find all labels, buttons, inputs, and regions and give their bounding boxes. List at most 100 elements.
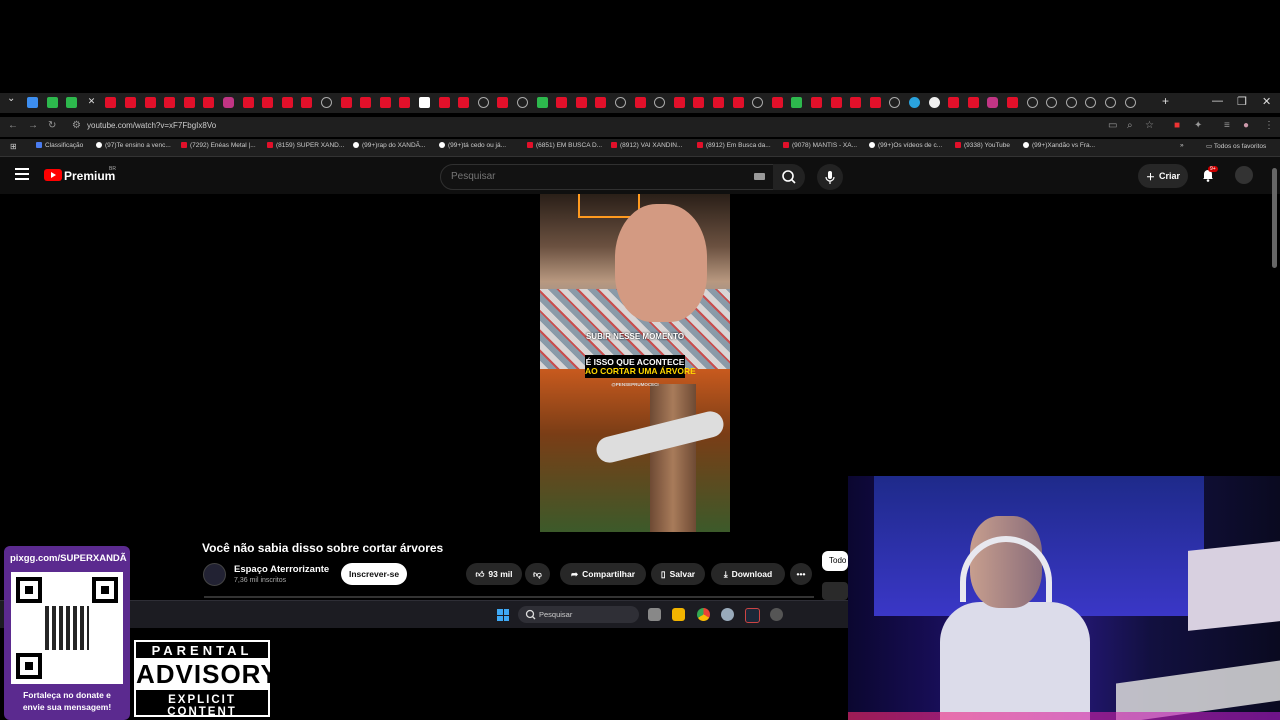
close-tab-icon[interactable]: ✕ bbox=[88, 96, 96, 107]
browser-tab[interactable] bbox=[281, 97, 293, 108]
menu-icon[interactable] bbox=[15, 168, 29, 180]
search-input[interactable] bbox=[441, 165, 741, 188]
maximize-icon[interactable]: ❐ bbox=[1237, 95, 1247, 108]
task-view-icon[interactable] bbox=[648, 608, 661, 621]
browser-tab[interactable] bbox=[458, 97, 470, 108]
youtube-logo-icon[interactable] bbox=[44, 169, 62, 181]
browser-tab[interactable] bbox=[830, 97, 842, 108]
related-thumbnail[interactable] bbox=[822, 582, 848, 600]
bookmark-item[interactable]: (8912) Em Busca da... bbox=[697, 142, 771, 149]
browser-tab[interactable] bbox=[791, 97, 803, 108]
browser-tab[interactable] bbox=[497, 97, 509, 108]
bookmark-item[interactable]: (99+)Xandão vs Fra... bbox=[1023, 142, 1095, 149]
browser-menu-icon[interactable]: ⋮ bbox=[1264, 120, 1274, 131]
chrome-icon[interactable] bbox=[697, 608, 710, 621]
browser-tab[interactable] bbox=[419, 97, 430, 108]
browser-tab[interactable] bbox=[536, 97, 548, 108]
voice-search-button[interactable] bbox=[817, 164, 843, 190]
browser-tab[interactable] bbox=[1105, 97, 1116, 108]
browser-tab[interactable] bbox=[164, 97, 176, 108]
more-bookmarks-icon[interactable]: » bbox=[1180, 142, 1184, 149]
url-field[interactable]: youtube.com/watch?v=xF7FbgIx8Vo bbox=[87, 121, 216, 130]
like-button[interactable]: 👍︎ 93 mil bbox=[466, 563, 522, 585]
extension-icon[interactable]: ■ bbox=[1174, 120, 1180, 131]
browser-tab[interactable] bbox=[399, 97, 411, 108]
profile-icon[interactable]: ● bbox=[1243, 120, 1249, 131]
filter-chip-all[interactable]: Todo bbox=[822, 551, 848, 571]
browser-tab[interactable] bbox=[889, 97, 901, 108]
dislike-button[interactable]: 👎︎ bbox=[525, 563, 550, 585]
tab-search-icon[interactable]: ⌄ bbox=[7, 93, 15, 104]
file-explorer-icon[interactable] bbox=[672, 608, 685, 621]
browser-tab[interactable] bbox=[438, 97, 450, 108]
browser-tab[interactable] bbox=[340, 97, 352, 108]
browser-tab[interactable] bbox=[144, 97, 156, 108]
browser-tab[interactable] bbox=[595, 97, 607, 108]
browser-tab[interactable] bbox=[223, 97, 234, 108]
new-tab-icon[interactable]: + bbox=[1162, 94, 1169, 108]
browser-tab[interactable] bbox=[987, 97, 999, 108]
browser-tab[interactable] bbox=[379, 97, 391, 108]
browser-tab[interactable] bbox=[967, 97, 979, 108]
bookmark-item[interactable]: (8159) SUPER XAND... bbox=[267, 142, 344, 149]
minimize-icon[interactable]: — bbox=[1212, 95, 1223, 107]
channel-name[interactable]: Espaço Aterrorizante bbox=[234, 564, 329, 575]
browser-tab[interactable] bbox=[654, 97, 666, 108]
browser-tab[interactable] bbox=[909, 97, 920, 108]
bookmark-item[interactable]: (8912) VAI XANDIN... bbox=[611, 142, 682, 149]
browser-tab[interactable] bbox=[125, 97, 136, 108]
page-scrollbar[interactable] bbox=[1272, 168, 1277, 268]
bookmark-item[interactable]: (97)Te ensino a venc... bbox=[96, 142, 171, 149]
subscribe-button[interactable]: Inscrever-se bbox=[341, 563, 407, 585]
share-button[interactable]: ➦ Compartilhar bbox=[560, 563, 646, 585]
save-button[interactable]: ▯ Salvar bbox=[651, 563, 705, 585]
browser-tab[interactable] bbox=[673, 97, 685, 108]
browser-tab[interactable] bbox=[615, 97, 626, 108]
browser-tab[interactable] bbox=[928, 97, 940, 108]
bookmark-star-icon[interactable]: ☆ bbox=[1145, 120, 1154, 131]
browser-tab[interactable] bbox=[811, 97, 822, 108]
browser-tab[interactable] bbox=[183, 97, 195, 108]
search-button[interactable] bbox=[773, 164, 805, 190]
bookmark-item[interactable]: (7292) Enéas Metal |... bbox=[181, 142, 256, 149]
browser-tab[interactable] bbox=[105, 97, 117, 108]
browser-tab[interactable] bbox=[575, 97, 587, 108]
bookmark-item[interactable]: Classificação bbox=[36, 142, 83, 149]
browser-tab[interactable] bbox=[477, 97, 489, 108]
browser-tab[interactable] bbox=[1124, 97, 1136, 108]
bookmark-item[interactable]: (99+)tá cedo ou já... bbox=[439, 142, 506, 149]
steam-icon[interactable] bbox=[745, 608, 760, 623]
windows-start-icon[interactable] bbox=[497, 609, 509, 621]
browser-tab[interactable] bbox=[1046, 97, 1058, 108]
bookmark-item[interactable]: (6851) EM BUSCA D... bbox=[527, 142, 602, 149]
zoom-icon[interactable]: ⌕ bbox=[1127, 120, 1133, 131]
site-info-icon[interactable]: ⚙ bbox=[72, 120, 81, 131]
browser-tab[interactable] bbox=[693, 97, 705, 108]
browser-tab[interactable] bbox=[242, 97, 254, 108]
bookmark-item[interactable]: (99+)Os vídeos de c... bbox=[869, 142, 942, 149]
browser-tab[interactable] bbox=[752, 97, 764, 108]
cast-icon[interactable]: ▭ bbox=[1108, 120, 1117, 131]
close-window-icon[interactable]: ✕ bbox=[1262, 95, 1271, 108]
short-video-player[interactable]: SUBIR NESSE MOMENTO É ISSO QUE ACONTECE … bbox=[540, 194, 730, 532]
browser-tab[interactable] bbox=[1026, 97, 1038, 108]
settings-icon[interactable] bbox=[721, 608, 734, 621]
browser-tab[interactable] bbox=[713, 97, 724, 108]
all-favorites-folder[interactable]: ▭ Todos os favoritos bbox=[1206, 142, 1266, 150]
account-avatar[interactable] bbox=[1235, 166, 1253, 184]
browser-tab[interactable] bbox=[262, 97, 274, 108]
browser-tab[interactable] bbox=[203, 97, 215, 108]
browser-tab[interactable] bbox=[869, 97, 881, 108]
browser-tab[interactable] bbox=[27, 97, 38, 108]
bookmark-item[interactable]: (9338) YouTube bbox=[955, 142, 1010, 149]
bookmark-item[interactable]: (9078) MANTIS - XA... bbox=[783, 142, 857, 149]
app-icon[interactable] bbox=[770, 608, 783, 621]
browser-tab[interactable] bbox=[301, 97, 313, 108]
channel-avatar[interactable] bbox=[203, 563, 226, 586]
reload-icon[interactable]: ↻ bbox=[48, 120, 56, 131]
browser-tab[interactable] bbox=[66, 97, 78, 108]
back-icon[interactable]: ← bbox=[8, 120, 18, 131]
media-icon[interactable]: ≡ bbox=[1224, 120, 1230, 131]
forward-icon[interactable]: → bbox=[28, 120, 38, 131]
browser-tab[interactable] bbox=[321, 97, 332, 108]
